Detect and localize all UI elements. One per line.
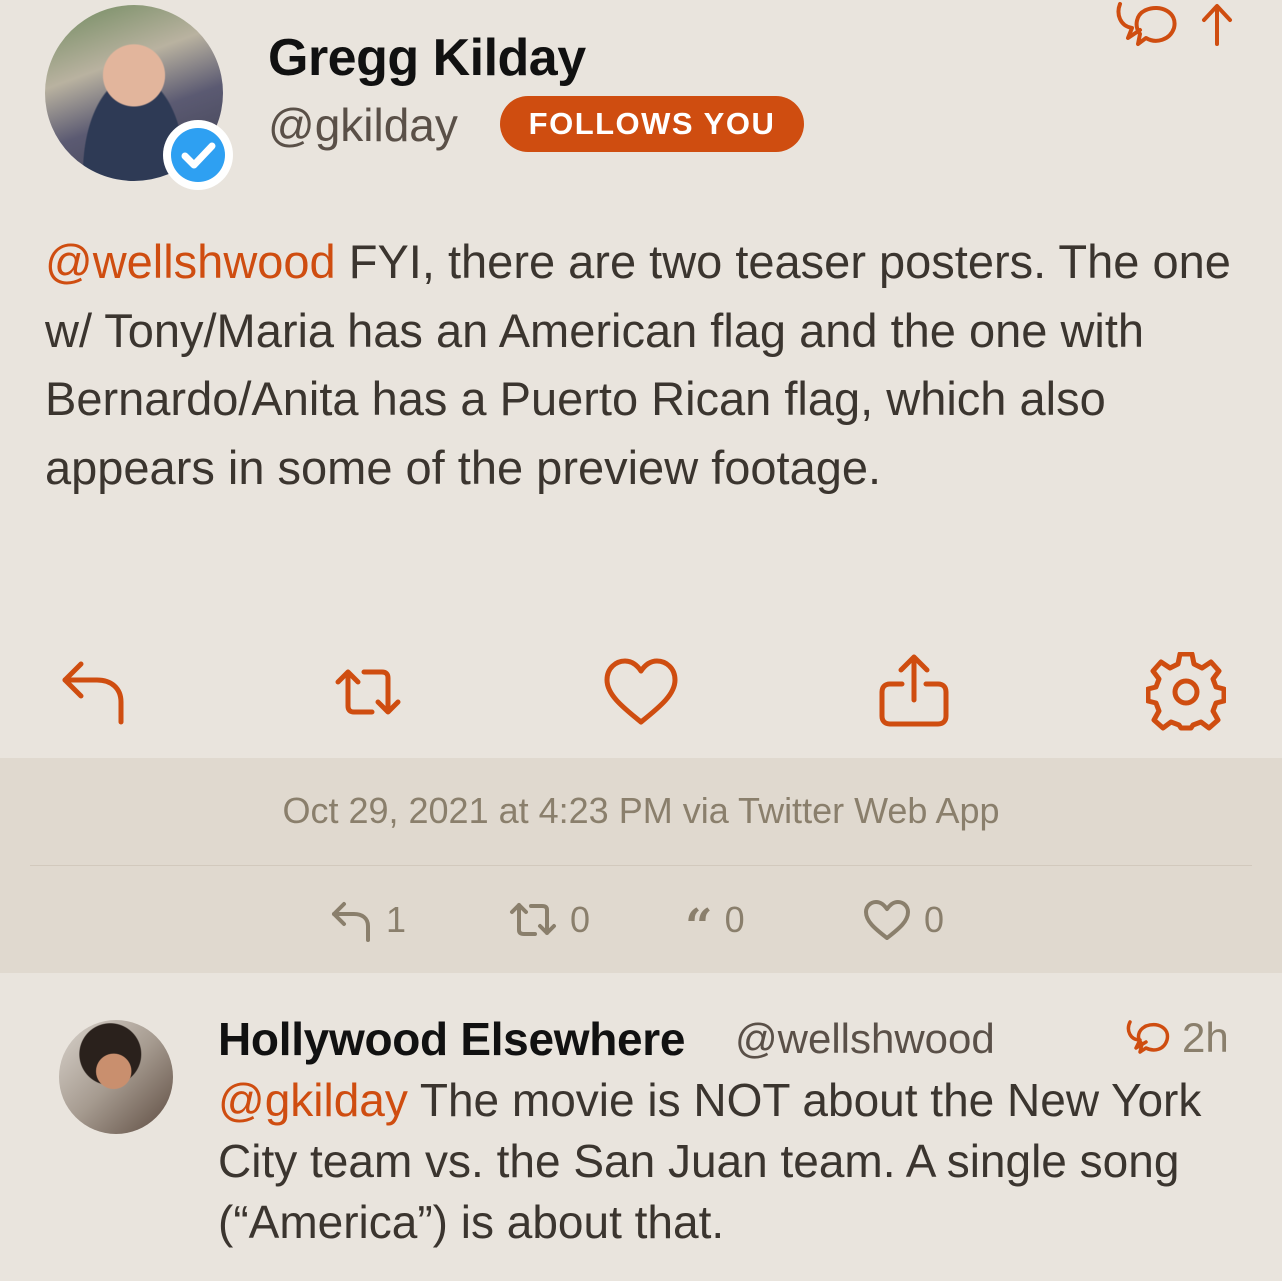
- share-button[interactable]: [874, 652, 954, 732]
- retweets-count: 0: [570, 899, 591, 940]
- replies-stat[interactable]: 1: [330, 896, 406, 944]
- tweet-text: @wellshwood FYI, there are two teaser po…: [45, 228, 1245, 502]
- quote-icon: “: [685, 899, 713, 955]
- tweet-mention-link[interactable]: @wellshwood: [45, 235, 336, 288]
- conversation-icon[interactable]: [1112, 0, 1252, 52]
- replies-count: 1: [386, 899, 407, 940]
- share-icon: [879, 654, 949, 727]
- conversation-icon: [1126, 1020, 1170, 1054]
- reply-author-name[interactable]: Hollywood Elsewhere: [218, 1012, 686, 1066]
- quotes-stat[interactable]: “ 0: [685, 896, 745, 951]
- follows-you-badge: FOLLOWS YOU: [500, 96, 804, 152]
- likes-count: 0: [924, 899, 945, 940]
- thread-icons[interactable]: [1112, 0, 1252, 52]
- author-name[interactable]: Gregg Kilday: [268, 28, 586, 88]
- gear-icon: [1145, 651, 1227, 731]
- reply-author-handle[interactable]: @wellshwood: [735, 1015, 995, 1063]
- reply-time: 2h: [1124, 1014, 1229, 1062]
- retweet-icon: [335, 669, 401, 715]
- tweet-timestamp: Oct 29, 2021 at 4:23 PM via Twitter Web …: [282, 790, 1000, 831]
- reply-text: @gkilday The movie is NOT about the New …: [218, 1070, 1248, 1253]
- retweet-icon: [510, 903, 556, 936]
- heart-icon: [864, 900, 910, 940]
- verified-badge-icon: [163, 120, 233, 190]
- reply-button[interactable]: [55, 652, 135, 732]
- retweets-stat[interactable]: 0: [508, 896, 590, 944]
- reply-time-label: 2h: [1182, 1014, 1229, 1061]
- likes-stat[interactable]: 0: [862, 896, 944, 944]
- reply-author-avatar[interactable]: [59, 1020, 173, 1134]
- reply-icon: [62, 661, 124, 725]
- quotes-count: 0: [724, 899, 745, 940]
- reply-icon: [332, 902, 370, 942]
- reply-mention-link[interactable]: @gkilday: [218, 1074, 408, 1126]
- heart-icon: [604, 658, 678, 725]
- settings-button[interactable]: [1145, 651, 1227, 732]
- author-handle[interactable]: @gkilday: [268, 98, 458, 152]
- divider: [30, 865, 1252, 866]
- like-button[interactable]: [601, 652, 681, 732]
- retweet-button[interactable]: [328, 652, 408, 732]
